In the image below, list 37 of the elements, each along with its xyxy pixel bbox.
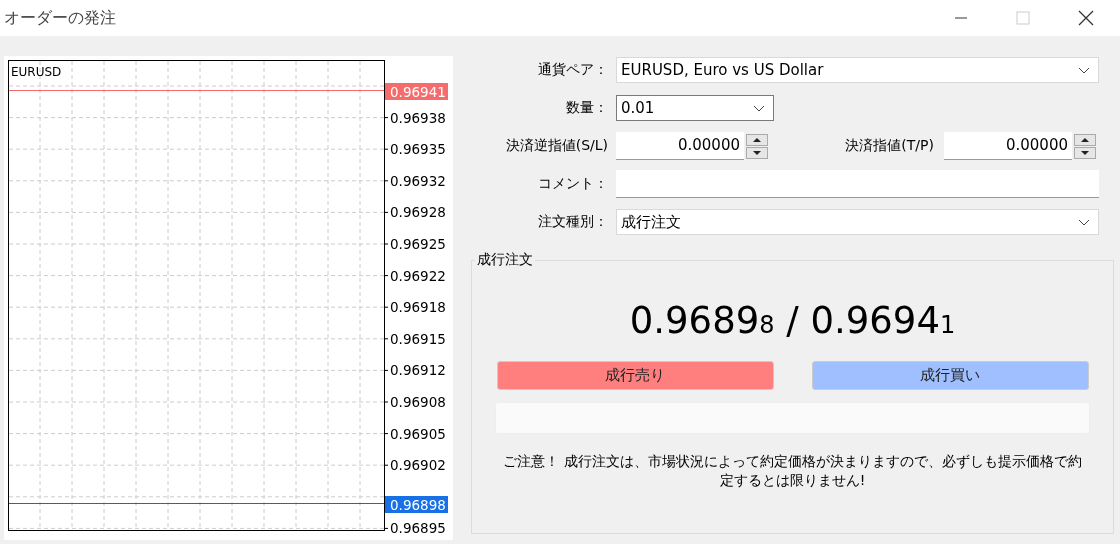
price-label: 0.96925: [390, 236, 446, 252]
price-label: 0.96905: [390, 425, 446, 442]
buy-button[interactable]: 成行買い: [811, 361, 1089, 390]
price-label: 0.96915: [390, 330, 446, 347]
comment-field[interactable]: [616, 170, 1099, 198]
bid-price-tag: 0.96898: [385, 496, 448, 513]
ask-price-tag: 0.96941: [385, 83, 448, 100]
price-label: 0.96922: [390, 267, 446, 284]
price-label: 0.96908: [390, 394, 446, 410]
chevron-icon: [1078, 66, 1090, 74]
price-label: 0.96938: [390, 109, 446, 126]
notice-text: ご注意！ 成行注文は、市場状況によって約定価格が決まりますので、必ずしも提示価格で約定するとは限りません!: [502, 452, 1083, 490]
field-label: 通貨ペア：: [537, 61, 609, 79]
volume-dropdown[interactable]: 0.01: [616, 95, 774, 121]
symbol-dropdown[interactable]: EURUSD, Euro vs US Dollar: [616, 57, 1099, 83]
chevron-icon: [1078, 218, 1090, 226]
field-label: 決済逆指値(S/L): [504, 137, 609, 155]
close-icon[interactable]: [1078, 10, 1094, 26]
price-label: 0.96895: [390, 520, 446, 537]
window-title: オーダーの発注: [4, 7, 116, 29]
field-label: 注文種別：: [537, 213, 609, 231]
price-label: 0.96932: [390, 172, 446, 189]
field-label: コメント：: [537, 175, 609, 193]
price-label: 0.96928: [390, 204, 446, 221]
price-label: 0.96918: [390, 299, 446, 316]
group-title: 成行注文: [475, 251, 535, 269]
stop-loss-field[interactable]: 0.00000: [616, 132, 744, 160]
field-label: 数量：: [565, 99, 609, 117]
field-label: 決済指値(T/P): [844, 137, 935, 155]
chevron-icon: [753, 104, 765, 112]
price-label: 0.96902: [390, 457, 446, 474]
order-type-dropdown[interactable]: 成行注文: [616, 209, 1099, 235]
price-label: 0.96935: [390, 141, 446, 158]
price-label: 0.96912: [390, 362, 446, 379]
take-profit-field[interactable]: 0.00000: [944, 132, 1072, 160]
symbol-label: EURUSD: [11, 65, 62, 79]
sell-button[interactable]: 成行売り: [496, 361, 774, 390]
